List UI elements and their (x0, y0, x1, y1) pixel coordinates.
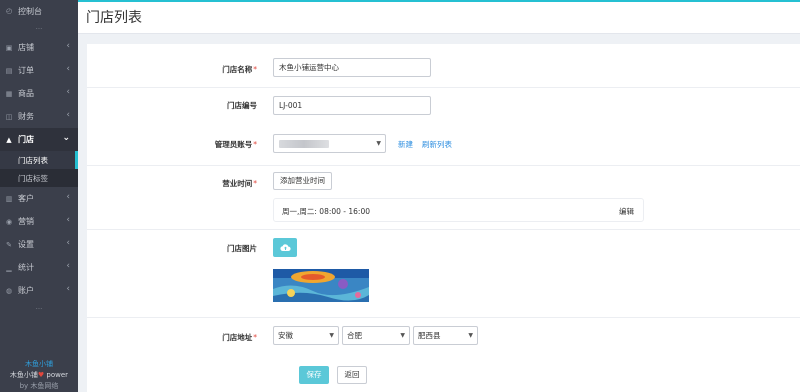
sidebar-item-account[interactable]: ◍ 账户 ‹ (0, 279, 78, 302)
new-admin-link[interactable]: 新建 (398, 139, 413, 150)
admin-label: 管理员账号* (214, 140, 257, 149)
dashboard-icon: ◴ (5, 7, 13, 15)
form-row-code: 门店编号 LJ-001 (87, 88, 800, 126)
account-icon: ◍ (5, 286, 13, 295)
caret-down-icon: ▼ (400, 332, 405, 339)
sidebar-item-customer[interactable]: ▥ 客户 ‹ (0, 187, 78, 210)
goods-icon: ▦ (5, 89, 13, 98)
chevron-left-icon: ‹ (66, 284, 70, 294)
add-hours-button[interactable]: 添加营业时间 (273, 172, 332, 190)
cloud-upload-icon (279, 244, 291, 252)
sidebar-item-label: 店铺 (18, 43, 34, 52)
order-icon: ▤ (5, 66, 13, 75)
image-label: 门店图片 (227, 244, 257, 253)
sidebar-item-label: 统计 (18, 263, 34, 272)
stats-icon: ▁ (6, 263, 12, 272)
footer-power-text: power (44, 371, 69, 379)
form-row-name: 门店名称* 木鱼小铺运营中心 (87, 44, 800, 88)
caret-down-icon: ▼ (468, 332, 473, 339)
sidebar-item-label: 营销 (18, 217, 34, 226)
sidebar-item-stats[interactable]: ▁ 统计 ‹ (0, 256, 78, 279)
footer-brand[interactable]: 木鱼小铺 (0, 359, 78, 370)
chevron-left-icon: ‹ (66, 110, 70, 120)
sidebar-item-marketing[interactable]: ◉ 营销 ‹ (0, 210, 78, 233)
store-image-thumbnail (273, 269, 369, 302)
footer-by: by 木鱼网络 (19, 382, 59, 390)
code-label: 门店编号 (227, 101, 257, 110)
refresh-list-link[interactable]: 刷新列表 (422, 139, 452, 150)
store-code-input[interactable]: LJ-001 (273, 96, 431, 115)
hours-label: 营业时间* (222, 179, 257, 188)
footer-power-name: 木鱼小铺 (9, 371, 38, 379)
shop-icon: ▲ (6, 135, 12, 144)
top-bar: 门店列表 (78, 0, 800, 34)
upload-image-button[interactable] (273, 238, 297, 257)
admin-account-select[interactable]: ▼ (273, 134, 386, 153)
caret-down-icon: ▼ (376, 140, 381, 147)
store-name-input[interactable]: 木鱼小铺运营中心 (273, 58, 431, 77)
marketing-icon: ◉ (5, 217, 13, 226)
city-select[interactable]: 合肥 ▼ (342, 326, 410, 345)
caret-down-icon: ▼ (329, 332, 334, 339)
sidebar-item-label: 商品 (18, 89, 34, 98)
sidebar-item-dashboard[interactable]: ◴ 控制台 (0, 0, 78, 22)
sidebar-item-label: 客户 (18, 194, 34, 203)
sidebar-subitem-shop-tags[interactable]: 门店标签 (0, 169, 78, 187)
name-label: 门店名称* (222, 65, 257, 74)
sidebar-item-label: 账户 (18, 286, 34, 295)
sidebar: ◴ 控制台 ... ▣ 店铺 ‹ ▤ 订单 ‹ ▦ 商品 ‹ ◫ 财务 ‹ ▲ … (0, 0, 78, 392)
sidebar-item-shop[interactable]: ▲ 门店 ⌄ (0, 128, 78, 151)
sidebar-item-store[interactable]: ▣ 店铺 ‹ (0, 36, 78, 59)
save-button[interactable]: 保存 (299, 366, 329, 384)
edit-hours-button[interactable]: 编辑 (619, 206, 634, 217)
footer-power: 木鱼小铺♥ power (0, 370, 78, 381)
chevron-left-icon: ‹ (66, 64, 70, 74)
finance-icon: ◫ (5, 112, 13, 121)
store-form: 门店名称* 木鱼小铺运营中心 门店编号 LJ-001 管理员账号* ▼ 新建 刷… (87, 44, 800, 392)
sidebar-item-label: 订单 (18, 66, 34, 75)
form-row-admin: 管理员账号* ▼ 新建 刷新列表 (87, 126, 800, 166)
form-row-image: 门店图片 (87, 230, 800, 318)
chevron-left-icon: ‹ (66, 215, 70, 225)
hours-card: 周一,周二: 08:00 - 16:00 编辑 (273, 198, 644, 222)
page-title: 门店列表 (86, 10, 142, 26)
sidebar-item-label: 设置 (18, 240, 34, 249)
sidebar-item-label: 控制台 (18, 6, 42, 16)
form-row-address: 门店地址* 安徽 ▼ 合肥 ▼ 肥西县 ▼ (87, 318, 800, 356)
customer-icon: ▥ (5, 194, 13, 203)
address-label: 门店地址* (222, 333, 257, 342)
sidebar-divider: ... (35, 303, 43, 311)
sidebar-item-label: 财务 (18, 112, 34, 121)
chevron-left-icon: ‹ (66, 41, 70, 51)
province-value: 安徽 (278, 331, 293, 340)
chevron-left-icon: ‹ (66, 192, 70, 202)
sidebar-footer: 木鱼小铺 木鱼小铺♥ power by 木鱼网络 (0, 359, 78, 392)
wrench-icon: ✎ (6, 240, 12, 249)
sidebar-item-finance[interactable]: ◫ 财务 ‹ (0, 105, 78, 128)
store-icon: ▣ (5, 43, 13, 52)
sidebar-item-settings[interactable]: ✎ 设置 ‹ (0, 233, 78, 256)
sidebar-divider: ... (35, 23, 43, 31)
chevron-left-icon: ‹ (66, 238, 70, 248)
district-select[interactable]: 肥西县 ▼ (413, 326, 478, 345)
sidebar-item-label: 门店 (18, 135, 34, 144)
chevron-down-icon: ⌄ (62, 133, 70, 143)
district-value: 肥西县 (418, 331, 441, 340)
sidebar-item-goods[interactable]: ▦ 商品 ‹ (0, 82, 78, 105)
city-value: 合肥 (347, 331, 362, 340)
province-select[interactable]: 安徽 ▼ (273, 326, 339, 345)
store-image-preview[interactable] (273, 269, 369, 302)
chevron-left-icon: ‹ (66, 261, 70, 271)
sidebar-item-order[interactable]: ▤ 订单 ‹ (0, 59, 78, 82)
redacted-value (279, 140, 329, 148)
hours-text: 周一,周二: 08:00 - 16:00 (282, 207, 370, 216)
chevron-left-icon: ‹ (66, 87, 70, 97)
back-button[interactable]: 返回 (337, 366, 367, 384)
sidebar-subitem-shop-list[interactable]: 门店列表 (0, 151, 78, 169)
